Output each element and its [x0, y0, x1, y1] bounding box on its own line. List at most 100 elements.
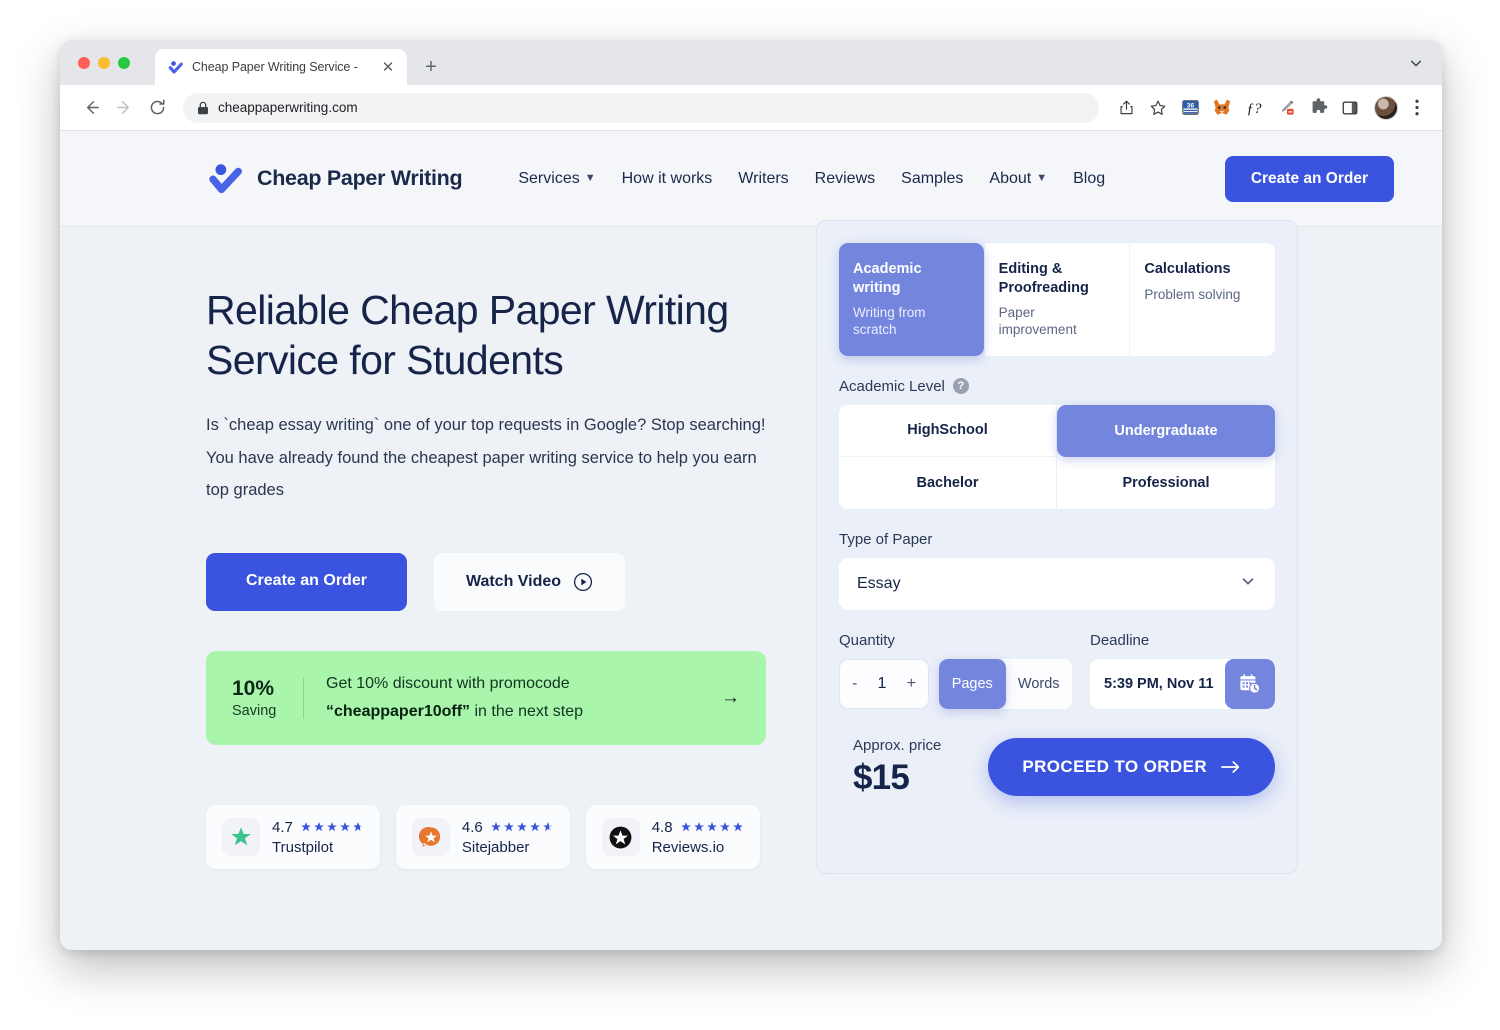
checkmark-logo-icon — [168, 60, 183, 74]
avatar[interactable] — [1374, 95, 1398, 120]
tab-subtitle: Problem solving — [1144, 286, 1241, 302]
tab-subtitle: Writing from scratch — [853, 305, 926, 338]
rating-card-reviewsio[interactable]: 4.8 Reviews.io — [585, 805, 760, 869]
deadline-control[interactable]: 5:39 PM, Nov 11 — [1090, 658, 1275, 709]
arrow-left-icon[interactable] — [76, 93, 106, 123]
reviewsio-star-icon — [601, 818, 640, 856]
lock-icon — [198, 101, 208, 114]
site-header: Cheap Paper Writing Services ▼ How it wo… — [60, 131, 1442, 227]
reload-icon[interactable] — [142, 93, 172, 123]
create-order-button-header[interactable]: Create an Order — [1224, 155, 1394, 202]
browser-toolbar: cheappaperwriting.com 36 ƒ? — [60, 85, 1442, 131]
unit-option-words[interactable]: Words — [1006, 659, 1073, 709]
bookmark-star-icon[interactable] — [1144, 94, 1172, 122]
service-type-tabs: Academic writing Writing from scratch Ed… — [839, 243, 1276, 356]
browser-window: Cheap Paper Writing Service - ✕ + cheapp… — [60, 40, 1442, 950]
hero-section: Reliable Cheap Paper Writing Service for… — [60, 220, 1442, 874]
level-option-bachelor[interactable]: Bachelor — [839, 456, 1057, 509]
rating-score: 4.7 — [272, 818, 293, 836]
close-icon[interactable]: ✕ — [379, 58, 397, 76]
rating-card-trustpilot[interactable]: 4.7 Trustpilot — [206, 805, 380, 869]
extensions-puzzle-icon[interactable] — [1304, 94, 1332, 122]
play-circle-icon — [574, 572, 593, 592]
rating-card-sitejabber[interactable]: 4.6 Sitejabber — [395, 805, 570, 869]
nav-item-how-it-works[interactable]: How it works — [622, 170, 713, 188]
academic-level-label: Academic Level ? — [839, 378, 1275, 395]
create-order-button-hero[interactable]: Create an Order — [206, 553, 407, 611]
checkmark-logo-icon — [209, 163, 242, 193]
maximize-window-button[interactable] — [118, 57, 130, 69]
nav-item-about[interactable]: About ▼ — [989, 170, 1047, 188]
main-nav: Services ▼ How it works Writers Reviews … — [518, 170, 1105, 188]
browser-tab-title: Cheap Paper Writing Service - — [192, 60, 358, 74]
tab-calculations[interactable]: Calculations Problem solving — [1129, 243, 1276, 356]
quantity-increment-button[interactable]: + — [907, 675, 916, 692]
nav-item-writers[interactable]: Writers — [738, 170, 788, 188]
level-option-undergraduate[interactable]: Undergraduate — [1057, 404, 1275, 457]
deadline-column: Deadline 5:39 PM, Nov 11 — [1090, 632, 1275, 709]
price-row: Approx. price $15 PROCEED TO ORDER — [839, 737, 1275, 798]
unit-option-pages[interactable]: Pages — [939, 658, 1006, 709]
rating-text: 4.8 Reviews.io — [652, 819, 744, 856]
nav-item-blog[interactable]: Blog — [1073, 170, 1105, 188]
rating-stars — [490, 821, 554, 833]
rating-score: 4.6 — [461, 818, 483, 836]
proceed-to-order-button[interactable]: PROCEED TO ORDER — [988, 738, 1275, 797]
tab-academic-writing[interactable]: Academic writing Writing from scratch — [839, 243, 984, 356]
nav-label: Services — [518, 169, 580, 187]
quantity-unit-toggle: Pages Words — [939, 658, 1073, 709]
price-value: $15 — [853, 757, 910, 797]
watch-video-label: Watch Video — [465, 573, 562, 590]
quantity-stepper[interactable]: - 1 + — [839, 658, 929, 709]
metamask-fox-icon[interactable] — [1208, 94, 1236, 122]
paper-type-value: Essay — [857, 574, 901, 592]
arrow-right-icon[interactable] — [109, 93, 139, 123]
nav-label: Reviews — [814, 169, 876, 187]
level-option-professional[interactable]: Professional — [1057, 456, 1275, 509]
academic-level-label-text: Academic Level — [839, 377, 945, 395]
quantity-decrement-button[interactable]: - — [852, 675, 857, 692]
calendar-clock-icon[interactable] — [1225, 658, 1275, 709]
counter-badge-icon[interactable]: 36 — [1176, 94, 1204, 122]
close-window-button[interactable] — [78, 57, 90, 69]
plus-icon[interactable]: + — [417, 53, 445, 81]
nav-item-reviews[interactable]: Reviews — [815, 170, 875, 188]
tab-editing-proofreading[interactable]: Editing & Proofreading Paper improvement — [983, 243, 1130, 356]
quantity-controls: - 1 + Pages Words — [839, 658, 1073, 709]
rating-name: Trustpilot — [272, 838, 334, 856]
promo-code: “cheappaper10off” — [326, 703, 471, 720]
rating-text: 4.7 Trustpilot — [272, 819, 364, 856]
share-icon[interactable] — [1112, 94, 1140, 122]
hero-left-column: Reliable Cheap Paper Writing Service for… — [206, 285, 766, 874]
kebab-menu-icon[interactable] — [1406, 94, 1428, 122]
brand-logo[interactable]: Cheap Paper Writing — [206, 160, 463, 198]
italic-f-question-icon[interactable]: ƒ? — [1240, 94, 1268, 122]
price-label: Approx. price — [853, 736, 942, 754]
promo-percent: 10% — [232, 677, 275, 700]
tab-strip: Cheap Paper Writing Service - ✕ + — [60, 40, 1442, 85]
chevron-down-icon: ▼ — [1036, 172, 1048, 184]
minimize-window-button[interactable] — [98, 57, 110, 69]
promo-banner[interactable]: 10% Saving Get 10% discount with promoco… — [206, 651, 766, 745]
nav-label: Blog — [1073, 169, 1106, 187]
side-panel-icon[interactable] — [1336, 94, 1364, 122]
address-bar[interactable]: cheappaperwriting.com — [183, 92, 1099, 123]
paper-type-select[interactable]: Essay — [839, 557, 1275, 610]
promo-text: Get 10% discount with promocode “cheappa… — [326, 670, 583, 726]
watch-video-button[interactable]: Watch Video — [433, 553, 626, 611]
chevron-down-icon[interactable] — [1406, 53, 1426, 73]
promo-line-2-tail: in the next step — [470, 703, 584, 720]
chevron-down-icon — [1239, 572, 1257, 595]
eyedropper-icon[interactable] — [1272, 94, 1300, 122]
academic-level-options: HighSchool Undergraduate Bachelor Profes… — [839, 404, 1275, 509]
level-option-highschool[interactable]: HighSchool — [839, 404, 1057, 457]
deadline-value: 5:39 PM, Nov 11 — [1104, 675, 1214, 692]
nav-item-samples[interactable]: Samples — [901, 170, 963, 188]
arrow-right-icon[interactable]: → — [721, 687, 740, 709]
question-mark-icon[interactable]: ? — [952, 378, 969, 395]
browser-tab-active[interactable]: Cheap Paper Writing Service - ✕ — [155, 49, 407, 85]
svg-text:ƒ?: ƒ? — [1247, 101, 1263, 117]
rating-top: 4.7 — [272, 819, 364, 836]
nav-item-services[interactable]: Services ▼ — [518, 170, 595, 188]
nav-label: About — [989, 169, 1032, 187]
